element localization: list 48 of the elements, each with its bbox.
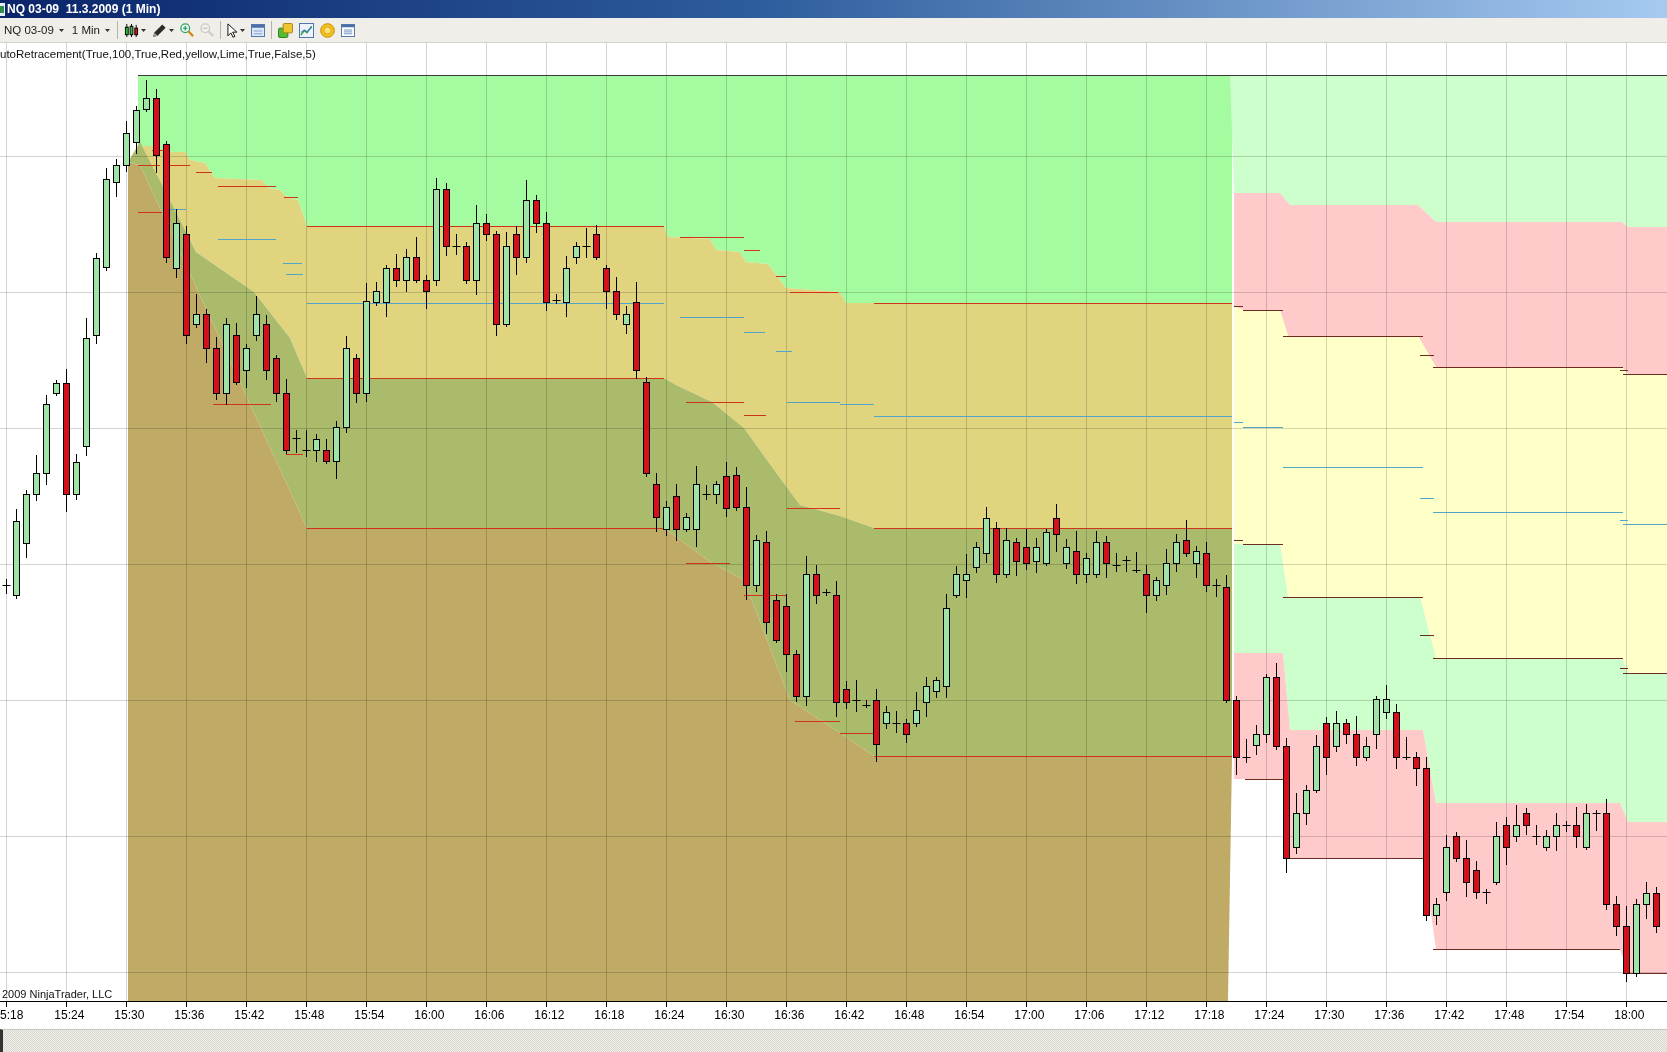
time-label: 17:24 [1254, 1008, 1285, 1022]
pencil-icon [152, 22, 167, 38]
instrument-dropdown[interactable]: NQ 03-09 [1, 22, 67, 38]
time-label: 16:12 [534, 1008, 565, 1022]
coin-icon [320, 22, 335, 38]
time-label: 16:24 [654, 1008, 685, 1022]
chart-window-icon [299, 22, 314, 38]
squares-icon [278, 22, 293, 38]
time-label: 16:48 [894, 1008, 925, 1022]
time-label: 17:36 [1374, 1008, 1405, 1022]
interval-dropdown[interactable]: 1 Min [68, 22, 113, 38]
time-label: 15:36 [174, 1008, 205, 1022]
time-label: 17:18 [1194, 1008, 1225, 1022]
candlestick-icon [124, 22, 139, 38]
time-label: 15:48 [294, 1008, 325, 1022]
zoom-in-icon [180, 23, 194, 37]
copyright-text: 2009 NinjaTrader, LLC [2, 988, 113, 1000]
caret-icon [105, 28, 110, 32]
time-label: 17:06 [1074, 1008, 1105, 1022]
caret-icon [58, 28, 64, 32]
window-icon [251, 23, 265, 37]
time-label: 15:54 [354, 1008, 385, 1022]
time-label: 15:42 [234, 1008, 265, 1022]
time-label: 16:54 [954, 1008, 985, 1022]
time-label: 17:48 [1494, 1008, 1525, 1022]
time-label: 16:30 [714, 1008, 745, 1022]
time-label: 16:00 [414, 1008, 445, 1022]
toolbar-button[interactable] [225, 20, 247, 40]
zoom-out-icon [200, 23, 214, 37]
time-label: 5:18 [0, 1008, 24, 1022]
time-label: 17:00 [1014, 1008, 1045, 1022]
time-label: 18:00 [1614, 1008, 1645, 1022]
indicator-label: utoRetracement(True,100,True,Red,yellow,Lime,True,False,5) [0, 48, 316, 61]
app-icon [0, 2, 5, 16]
time-label: 15:24 [54, 1008, 85, 1022]
time-label: 16:18 [594, 1008, 625, 1022]
time-label: 17:42 [1434, 1008, 1465, 1022]
time-label: 16:36 [774, 1008, 805, 1022]
time-label: 16:42 [834, 1008, 865, 1022]
list-window-icon [341, 23, 355, 37]
time-label: 17:54 [1554, 1008, 1585, 1022]
time-label: 16:06 [474, 1008, 505, 1022]
scrollbar[interactable] [0, 1029, 1667, 1052]
time-label: 15:30 [114, 1008, 145, 1022]
pointer-icon [227, 22, 238, 38]
time-label: 17:30 [1314, 1008, 1345, 1022]
window-title: NQ 03-09 11.3.2009 (1 Min) [7, 2, 161, 16]
time-label: 17:12 [1134, 1008, 1165, 1022]
